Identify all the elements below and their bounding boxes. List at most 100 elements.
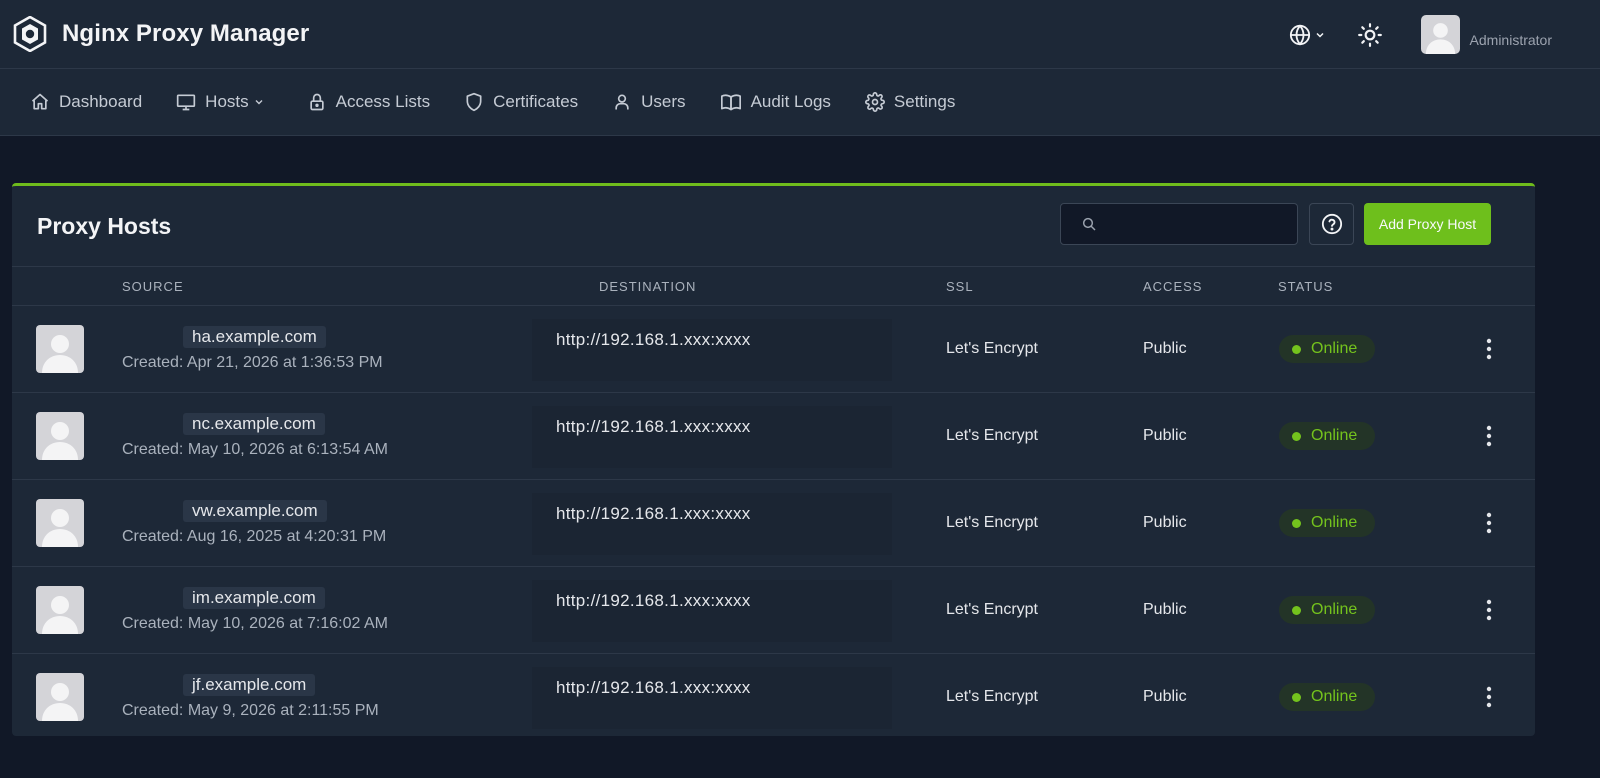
more-options-icon[interactable] (1484, 424, 1494, 448)
user-menu[interactable]: Administrator (1420, 15, 1552, 54)
more-options-icon[interactable] (1484, 685, 1494, 709)
nav-item-access-lists[interactable]: Access Lists (307, 92, 430, 112)
domain-name-badge[interactable]: jf.example.com (183, 674, 316, 696)
nav-label: Audit Logs (750, 92, 831, 111)
status-badge: Online (1279, 683, 1375, 711)
status-label: Online (1311, 427, 1358, 444)
status-label: Online (1311, 601, 1358, 618)
table-row[interactable]: vw.example.com Created: Aug 16, 2025 at … (12, 480, 1535, 567)
column-header-status[interactable]: STATUS (1278, 279, 1333, 294)
table-row[interactable]: im.example.com Created: May 10, 2026 at … (12, 567, 1535, 654)
status-badge: Online (1279, 422, 1375, 450)
column-header-access[interactable]: ACCESS (1143, 279, 1202, 294)
table-row[interactable]: ha.example.com Created: Apr 21, 2026 at … (12, 306, 1535, 393)
status-badge: Online (1279, 509, 1375, 537)
nav-label: Certificates (493, 92, 579, 111)
app-title: Nginx Proxy Manager (62, 20, 310, 47)
table-header: SOURCE DESTINATION SSL ACCESS STATUS (12, 267, 1535, 306)
avatar (36, 325, 84, 373)
destination-url: http://192.168.1.xxx:xxxx (556, 417, 751, 436)
status-label: Online (1311, 514, 1358, 531)
book-icon (720, 94, 741, 111)
lock-icon (309, 93, 324, 111)
created-date: Created: Apr 21, 2026 at 1:36:53 PM (122, 354, 383, 371)
ssl-provider: Let's Encrypt (946, 601, 1038, 618)
created-date: Created: Aug 16, 2025 at 4:20:31 PM (122, 528, 387, 545)
chevron-down-icon (255, 100, 263, 105)
card-header: Proxy Hosts Add Proxy Host (12, 186, 1535, 267)
destination-url: http://192.168.1.xxx:xxxx (556, 504, 751, 523)
home-icon (31, 93, 49, 110)
column-header-source[interactable]: SOURCE (122, 279, 184, 294)
nginx-proxy-manager-logo-icon (13, 16, 47, 52)
access-level: Public (1143, 514, 1187, 531)
more-options-icon[interactable] (1484, 511, 1494, 535)
destination-url: http://192.168.1.xxx:xxxx (556, 591, 751, 610)
brand[interactable]: Nginx Proxy Manager (12, 16, 309, 52)
created-date: Created: May 9, 2026 at 2:11:55 PM (122, 702, 379, 719)
avatar (36, 499, 84, 547)
monitor-icon (177, 94, 196, 111)
access-level: Public (1143, 601, 1187, 618)
avatar (1420, 15, 1460, 54)
theme-toggle-button[interactable] (1357, 22, 1383, 48)
destination-url: http://192.168.1.xxx:xxxx (556, 330, 751, 349)
shield-icon (466, 92, 482, 112)
more-options-icon[interactable] (1484, 598, 1494, 622)
top-bar: Nginx Proxy Manager Administrator (0, 0, 1600, 69)
avatar (36, 586, 84, 634)
column-header-destination[interactable]: DESTINATION (599, 279, 696, 294)
search-input[interactable] (1105, 214, 1289, 234)
destination-cell (532, 493, 892, 555)
table-row[interactable]: nc.example.com Created: May 10, 2026 at … (12, 393, 1535, 480)
avatar (36, 412, 84, 460)
nav-item-audit-logs[interactable]: Audit Logs (720, 92, 831, 112)
nav-label: Settings (893, 92, 956, 111)
table-row[interactable]: jf.example.com Created: May 9, 2026 at 2… (12, 654, 1535, 736)
status-badge: Online (1279, 335, 1375, 363)
language-selector[interactable] (1289, 23, 1325, 46)
domain-name-badge[interactable]: ha.example.com (183, 326, 326, 348)
add-proxy-host-button[interactable]: Add Proxy Host (1364, 203, 1491, 245)
question-circle-icon (1321, 213, 1342, 235)
help-button[interactable] (1309, 203, 1354, 245)
main-nav: Dashboard Hosts Access Lists Certificate… (0, 69, 1600, 136)
ssl-provider: Let's Encrypt (946, 427, 1038, 444)
destination-cell (532, 580, 892, 642)
destination-cell (532, 319, 892, 381)
status-label: Online (1311, 340, 1358, 357)
status-dot-icon (1292, 431, 1301, 441)
nav-label: Access Lists (335, 92, 431, 111)
status-dot-icon (1292, 518, 1301, 528)
user-icon (615, 94, 629, 110)
avatar (36, 673, 84, 721)
ssl-provider: Let's Encrypt (946, 688, 1038, 705)
status-dot-icon (1292, 605, 1301, 615)
proxy-hosts-card: Proxy Hosts Add Proxy Host SOURCE DESTIN… (12, 183, 1535, 736)
status-dot-icon (1292, 692, 1301, 702)
nav-item-dashboard[interactable]: Dashboard (30, 92, 142, 112)
search-box[interactable] (1060, 203, 1298, 245)
status-badge: Online (1279, 596, 1375, 624)
search-icon (1082, 217, 1096, 231)
status-dot-icon (1292, 344, 1301, 354)
chevron-down-icon (1316, 32, 1324, 38)
destination-cell (532, 406, 892, 468)
ssl-provider: Let's Encrypt (946, 340, 1038, 357)
page-title: Proxy Hosts (37, 212, 172, 239)
ssl-provider: Let's Encrypt (946, 514, 1038, 531)
destination-cell (532, 667, 892, 729)
user-name: Administrator (1469, 31, 1552, 48)
nav-label: Users (641, 92, 686, 111)
access-level: Public (1143, 688, 1187, 705)
domain-name-badge[interactable]: im.example.com (183, 587, 325, 609)
globe-icon (1289, 23, 1310, 46)
nav-item-settings[interactable]: Settings (864, 92, 956, 112)
domain-name-badge[interactable]: nc.example.com (183, 413, 325, 435)
nav-item-hosts[interactable]: Hosts (176, 92, 272, 112)
nav-item-users[interactable]: Users (612, 92, 686, 112)
domain-name-badge[interactable]: vw.example.com (183, 500, 327, 522)
column-header-ssl[interactable]: SSL (946, 279, 974, 294)
nav-item-certificates[interactable]: Certificates (464, 92, 578, 112)
more-options-icon[interactable] (1484, 337, 1494, 361)
